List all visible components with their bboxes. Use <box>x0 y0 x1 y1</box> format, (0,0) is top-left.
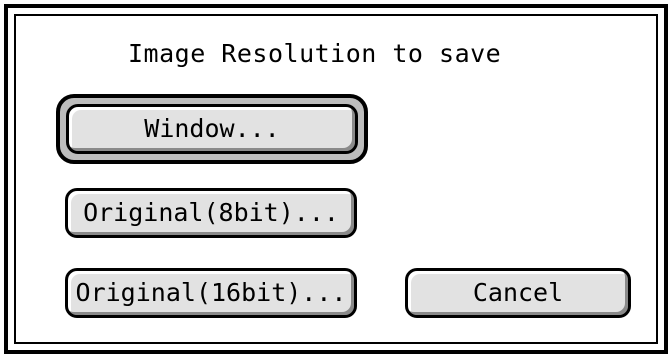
save-resolution-dialog: Image Resolution to save Window... Origi… <box>0 0 672 358</box>
original-16bit-button[interactable]: Original(16bit)... <box>65 268 357 318</box>
original-8bit-button[interactable]: Original(8bit)... <box>65 188 357 238</box>
dialog-title: Image Resolution to save <box>128 39 502 68</box>
cancel-button[interactable]: Cancel <box>405 268 631 318</box>
window-button[interactable]: Window... <box>66 104 358 154</box>
default-button-ring: Window... <box>56 94 368 164</box>
